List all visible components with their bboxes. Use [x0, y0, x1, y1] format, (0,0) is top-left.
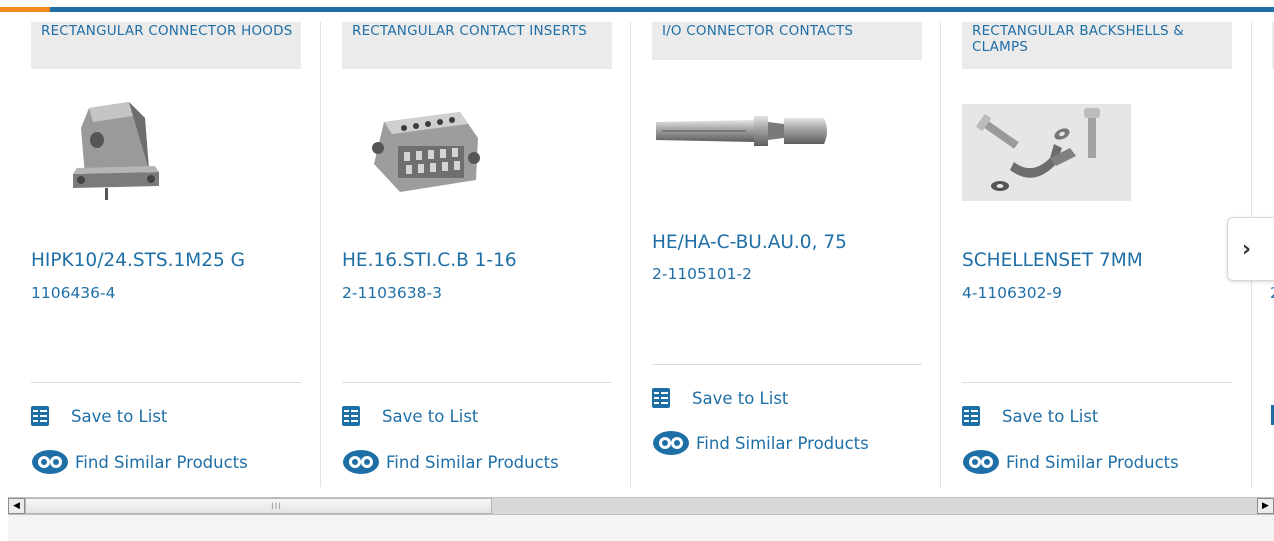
save-to-list-label: Save to List	[382, 406, 479, 426]
scroll-left-button[interactable]: ◀	[8, 498, 25, 514]
product-name-link[interactable]: HE.16.STI.C.B 1-16	[342, 250, 517, 271]
scrollbar-grip-icon: III	[271, 502, 282, 512]
product-card: RECTANGULAR BACKSHELLS & CLAMPS SCHELLEN…	[962, 12, 1242, 494]
find-similar-button[interactable]: Find Similar Products	[652, 430, 869, 456]
card-divider	[320, 22, 321, 487]
card-separator	[962, 382, 1232, 383]
find-similar-button[interactable]: Find Similar Products	[31, 449, 248, 475]
backshell-clamp-set-image[interactable]	[962, 104, 1131, 201]
page-footer-area	[8, 515, 1274, 541]
scroll-right-button[interactable]: ▶	[1257, 498, 1274, 514]
product-name-link[interactable]: SCHELLENSET 7MM	[962, 250, 1143, 271]
part-number-link[interactable]: 4-1106302-9	[962, 284, 1062, 302]
checklist-icon	[31, 406, 49, 426]
save-to-list-label: Save to List	[692, 388, 789, 408]
category-label[interactable]: I/O CONNECTOR CONTACTS	[652, 22, 922, 60]
product-card: I/O CONNECTOR CONTACTS HE/HA-C-BU.AU.0, …	[652, 12, 932, 494]
part-number-link[interactable]: 2-1103638-3	[342, 284, 442, 302]
connector-contact-pin-image[interactable]	[656, 112, 832, 150]
checklist-icon	[962, 406, 980, 426]
save-to-list-button[interactable]: Save to List	[31, 403, 167, 429]
contact-insert-image[interactable]	[364, 102, 486, 200]
save-to-list-label: Save to List	[1002, 406, 1099, 426]
scroll-left-arrow-icon: ◀	[13, 501, 20, 511]
card-divider	[940, 22, 941, 487]
part-number-link[interactable]: 1106436-4	[31, 284, 116, 302]
find-similar-icon	[653, 431, 689, 455]
find-similar-button[interactable]: Find Similar Products	[962, 449, 1179, 475]
checklist-icon	[342, 406, 360, 426]
part-number-link[interactable]: 2-1105101-2	[652, 265, 752, 283]
carousel-next-button[interactable]: ›	[1227, 217, 1274, 281]
category-label[interactable]: RECTANGULAR CONTACT INSERTS	[342, 22, 612, 69]
scrollbar-thumb[interactable]: III	[25, 498, 492, 514]
checklist-icon	[652, 388, 670, 408]
product-name-link[interactable]: HIPK10/24.STS.1M25 G	[31, 250, 245, 271]
product-name-link[interactable]: HE/HA-C-BU.AU.0, 75	[652, 232, 847, 253]
connector-hood-image[interactable]	[67, 100, 165, 203]
category-label[interactable]: RECTANGULAR BACKSHELLS & CLAMPS	[962, 22, 1232, 69]
find-similar-icon	[32, 450, 68, 474]
card-separator	[652, 364, 922, 365]
find-similar-icon	[343, 450, 379, 474]
find-similar-label: Find Similar Products	[386, 452, 559, 472]
find-similar-label: Find Similar Products	[75, 452, 248, 472]
save-to-list-button[interactable]: Save to List	[962, 403, 1098, 429]
card-divider	[630, 22, 631, 487]
scroll-right-arrow-icon: ▶	[1262, 501, 1269, 511]
save-to-list-button[interactable]: Save to List	[652, 385, 788, 411]
horizontal-scrollbar[interactable]: ◀ III ▶	[8, 497, 1274, 515]
product-card: RECTANGULAR CONNECTOR HOODS HIPK10/24.ST…	[31, 12, 311, 494]
find-similar-icon	[963, 450, 999, 474]
chevron-right-icon: ›	[1242, 236, 1252, 262]
save-to-list-button[interactable]: Save to List	[342, 403, 478, 429]
card-separator	[31, 382, 301, 383]
find-similar-button[interactable]: Find Similar Products	[342, 449, 559, 475]
find-similar-label: Find Similar Products	[1006, 452, 1179, 472]
product-carousel: RECTANGULAR CONNECTOR HOODS HIPK10/24.ST…	[0, 12, 1274, 494]
card-separator	[342, 382, 612, 383]
save-to-list-label: Save to List	[71, 406, 168, 426]
category-label[interactable]: RECTANGULAR CONNECTOR HOODS	[31, 22, 301, 69]
find-similar-label: Find Similar Products	[696, 433, 869, 453]
product-card: RECTANGULAR CONTACT INSERTS HE.16.STI.C.…	[342, 12, 622, 494]
partial-card-part-number[interactable]: 2	[1270, 284, 1274, 302]
